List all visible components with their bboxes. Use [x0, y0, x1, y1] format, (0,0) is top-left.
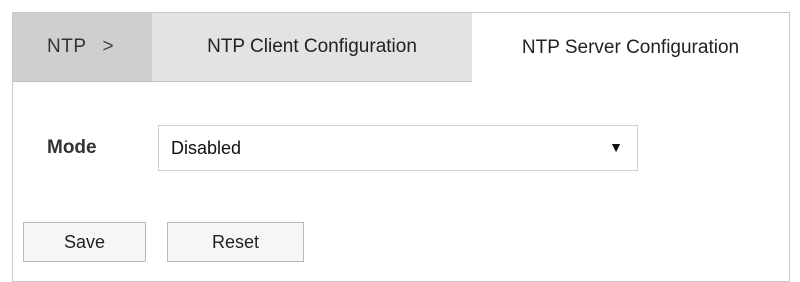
tab-bar: NTP > NTP Client Configuration NTP Serve… [13, 13, 789, 82]
tab-ntp-server-configuration[interactable]: NTP Server Configuration [472, 13, 789, 82]
mode-select-value: Disabled [171, 137, 242, 158]
mode-label: Mode [47, 137, 97, 158]
mode-select[interactable]: Disabled ▼ [158, 125, 638, 171]
save-button[interactable]: Save [23, 222, 146, 262]
triangle-down-icon: ▼ [609, 139, 623, 155]
breadcrumb: NTP > [13, 13, 152, 81]
breadcrumb-separator: > [102, 36, 115, 57]
tab-label: NTP Server Configuration [521, 36, 740, 58]
reset-button[interactable]: Reset [167, 222, 304, 262]
breadcrumb-root: NTP [47, 36, 87, 57]
tab-ntp-client-configuration[interactable]: NTP Client Configuration [152, 13, 472, 81]
tab-label: NTP Client Configuration [207, 36, 417, 57]
